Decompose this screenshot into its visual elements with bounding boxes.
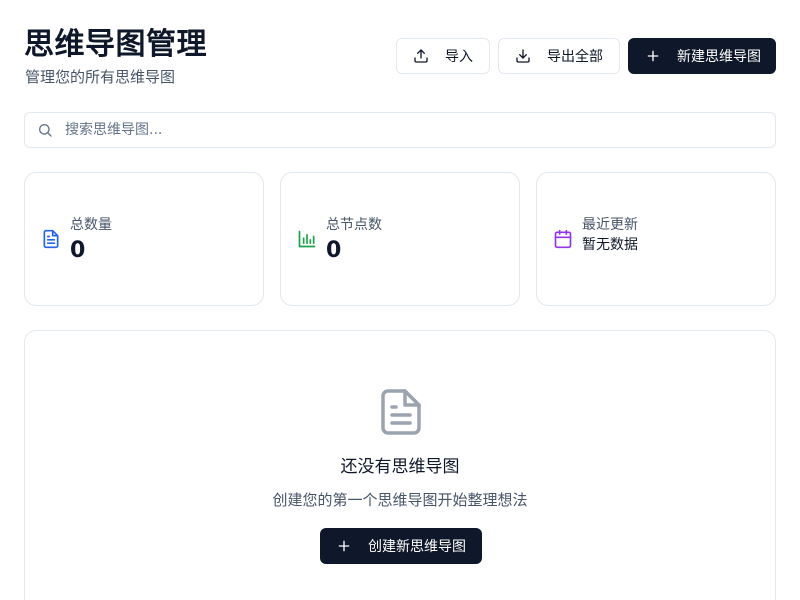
mindmap-manager-page: 思维导图管理 管理您的所有思维导图 导入 导出全部 新建思维导图 搜索思维导图.… [0, 0, 800, 600]
empty-state-description: 创建您的第一个思维导图开始整理想法 [272, 491, 528, 509]
import-button[interactable]: 导入 [396, 38, 490, 74]
import-button-label: 导入 [445, 49, 473, 65]
create-mindmap-button[interactable]: 创建新思维导图 [320, 528, 482, 564]
file-text-icon [41, 229, 61, 249]
plus-icon [336, 538, 352, 554]
download-icon [515, 48, 531, 64]
stat-label: 总节点数 [326, 217, 382, 233]
export-all-button[interactable]: 导出全部 [498, 38, 620, 74]
empty-state-title: 还没有思维导图 [340, 457, 460, 477]
create-mindmap-button-label: 创建新思维导图 [368, 539, 466, 555]
stat-label: 总数量 [70, 217, 112, 233]
page-title: 思维导图管理 [24, 27, 207, 62]
search-icon [37, 122, 53, 138]
new-mindmap-button[interactable]: 新建思维导图 [628, 38, 776, 74]
bar-chart-icon [297, 229, 317, 249]
page-subtitle: 管理您的所有思维导图 [25, 68, 176, 86]
stat-card-recent-update: 最近更新 暂无数据 [536, 172, 776, 306]
stat-card-total-count: 总数量 0 [24, 172, 264, 306]
export-all-button-label: 导出全部 [547, 49, 603, 65]
stat-card-total-nodes: 总节点数 0 [280, 172, 520, 306]
file-text-icon [381, 389, 421, 435]
stat-value: 暂无数据 [582, 237, 638, 253]
empty-state-panel: 还没有思维导图 创建您的第一个思维导图开始整理想法 创建新思维导图 [24, 330, 776, 600]
new-mindmap-button-label: 新建思维导图 [677, 49, 761, 65]
calendar-icon [553, 229, 573, 249]
stat-value: 0 [70, 238, 86, 263]
upload-icon [413, 48, 429, 64]
search-input[interactable] [65, 113, 775, 147]
stat-label: 最近更新 [582, 217, 638, 233]
search-bar [24, 112, 776, 148]
stat-value: 0 [326, 238, 342, 263]
plus-icon [645, 48, 661, 64]
